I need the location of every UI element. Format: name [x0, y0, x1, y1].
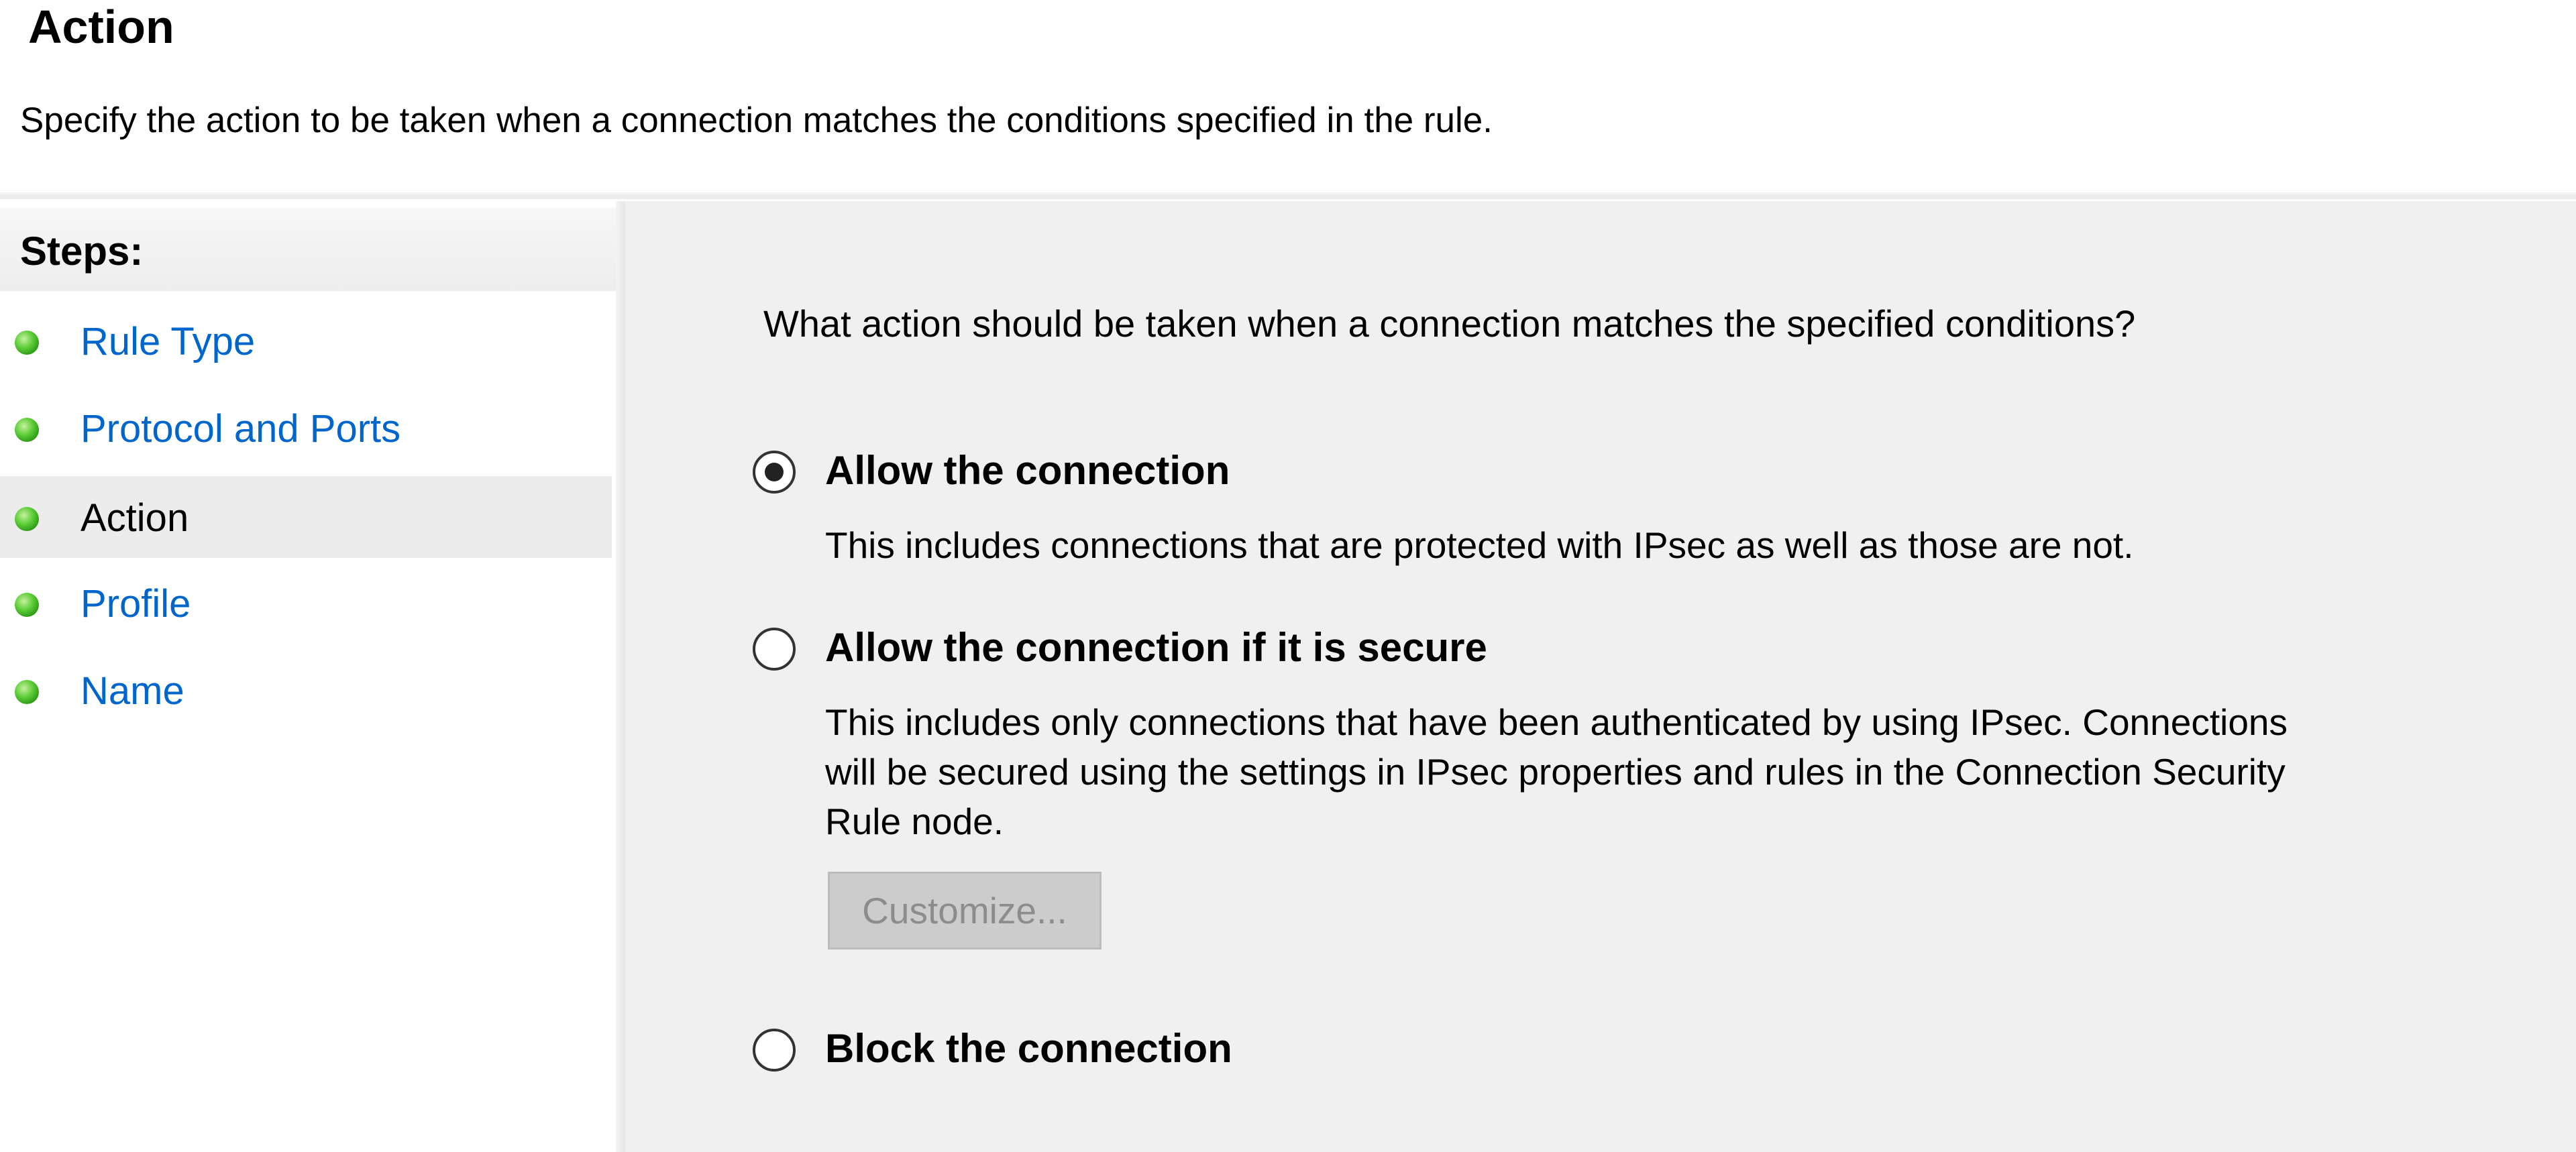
block-connection-label[interactable]: Block the connection — [825, 1025, 1232, 1072]
sidebar-item-label: Action — [80, 496, 189, 540]
sidebar-item-label[interactable]: Profile — [80, 581, 191, 628]
page-title: Action — [28, 1, 174, 53]
steps-sidebar: Steps: Rule Type Protocol and Ports Acti… — [0, 208, 616, 1152]
header-divider — [0, 192, 2576, 199]
sidebar-item-protocol-and-ports[interactable]: Protocol and Ports — [0, 387, 612, 469]
sidebar-item-rule-type[interactable]: Rule Type — [0, 300, 612, 382]
allow-if-secure-description-line-1: This includes only connections that have… — [825, 701, 2288, 743]
sidebar-item-name[interactable]: Name — [0, 649, 612, 731]
sidebar-item-label[interactable]: Rule Type — [80, 319, 255, 365]
allow-if-secure-description-line-3: Rule node. — [825, 801, 1004, 842]
customize-button[interactable]: Customize... — [828, 872, 1102, 949]
steps-header: Steps: — [0, 208, 616, 291]
green-dot-icon — [15, 418, 39, 442]
allow-if-secure-label[interactable]: Allow the connection if it is secure — [825, 624, 1487, 671]
green-dot-icon — [15, 507, 39, 531]
sidebar-item-label[interactable]: Name — [80, 668, 184, 715]
sidebar-item-action[interactable]: Action — [0, 476, 612, 558]
allow-connection-label[interactable]: Allow the connection — [825, 447, 1230, 494]
sidebar-item-profile[interactable]: Profile — [0, 562, 612, 644]
action-panel: What action should be taken when a conne… — [625, 201, 2576, 1152]
allow-connection-description: This includes connections that are prote… — [825, 524, 2134, 566]
allow-if-secure-description-line-2: will be secured using the settings in IP… — [825, 751, 2286, 793]
allow-connection-radio[interactable] — [753, 451, 796, 494]
allow-if-secure-radio[interactable] — [753, 628, 796, 671]
steps-label: Steps: — [20, 229, 144, 274]
green-dot-icon — [15, 680, 39, 704]
page-description: Specify the action to be taken when a co… — [20, 101, 1493, 140]
block-connection-radio[interactable] — [753, 1029, 796, 1072]
action-question: What action should be taken when a conne… — [763, 302, 2136, 345]
green-dot-icon — [15, 593, 39, 617]
green-dot-icon — [15, 331, 39, 355]
sidebar-item-label[interactable]: Protocol and Ports — [80, 406, 400, 453]
sidebar-divider — [616, 201, 625, 1152]
